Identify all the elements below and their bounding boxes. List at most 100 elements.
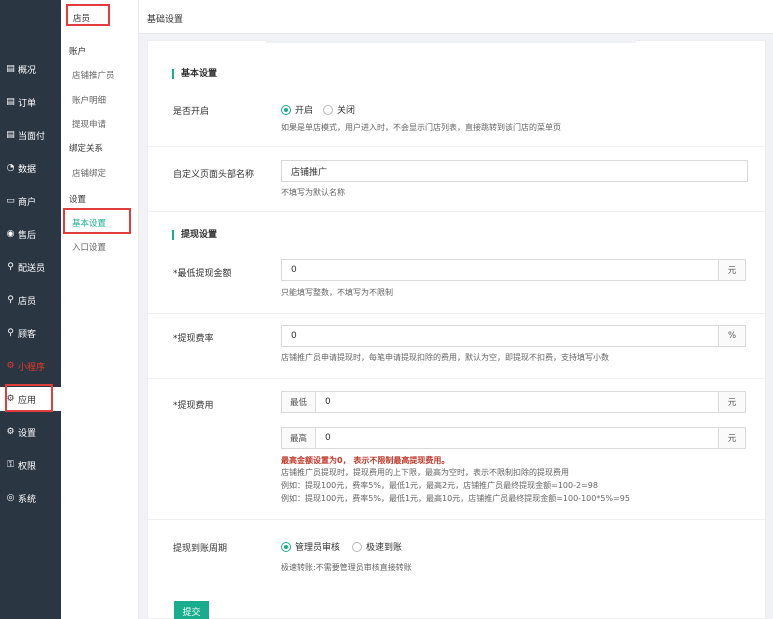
section-withdraw-title: 提现设置 xyxy=(172,230,217,240)
unit-suffix: 元 xyxy=(718,392,745,412)
divider xyxy=(148,313,765,314)
submenu-entry-settings[interactable]: 入口设置 xyxy=(72,241,106,253)
sub-sidebar: 店员 账户 店铺推广员 账户明细 提现申请 绑定关系 店铺绑定 设置 基本设置 … xyxy=(61,0,139,619)
lock-icon: ⚿ xyxy=(7,460,14,470)
unit-suffix: 元 xyxy=(718,428,745,448)
nav-label: 权限 xyxy=(18,461,37,472)
main-sidebar: ▤ 概况 ▤ 订单 ▤ 当面付 ◔ 数据 ▭ 商户 ◉ 售后 ⚲ 配送员 ⚲ 店员 ⚲ 顾客 ⚙ 小… xyxy=(0,0,61,619)
nav-delivery[interactable]: ⚲ 配送员 xyxy=(5,258,45,276)
radio-label: 开启 xyxy=(295,106,314,116)
nav-label: 售后 xyxy=(18,230,37,241)
enable-off-radio[interactable]: 关闭 xyxy=(323,103,355,116)
input-value: 0 xyxy=(291,265,297,275)
fee-hint-1: 店铺推广员提现时，提现费用的上下限，最高为空时，表示不限制扣除的提现费用 xyxy=(281,468,569,477)
nav-clerk[interactable]: ⚲ 店员 xyxy=(5,291,36,309)
radio-checked-icon xyxy=(281,104,291,115)
nav-label: 店员 xyxy=(18,296,37,307)
page-title: 基础设置 xyxy=(147,15,184,25)
nav-data[interactable]: ◔ 数据 xyxy=(5,159,36,177)
fee-rate-label: *提现费率 xyxy=(173,334,214,344)
period-fast-radio[interactable]: 极速到账 xyxy=(352,540,402,553)
custom-title-input[interactable]: 店铺推广 xyxy=(281,160,748,182)
enable-on-radio[interactable]: 开启 xyxy=(281,103,313,116)
fee-label: *提现费用 xyxy=(173,401,214,411)
submenu-group-binding: 绑定关系 xyxy=(69,144,104,154)
mini-program-icon: ⚙ xyxy=(6,361,15,371)
clerk-icon: ⚲ xyxy=(7,295,14,305)
nav-orders[interactable]: ▤ 订单 xyxy=(5,93,36,111)
submenu-title[interactable]: 店员 xyxy=(73,12,90,24)
submenu-promoter[interactable]: 店铺推广员 xyxy=(72,69,115,81)
divider xyxy=(148,519,765,520)
merchant-icon: ▭ xyxy=(6,196,15,206)
divider xyxy=(148,211,765,212)
apps-icon: ⚙ xyxy=(6,394,15,404)
submenu-withdraw-apply[interactable]: 提现申请 xyxy=(72,118,106,130)
enable-label: 是否开启 xyxy=(173,107,210,117)
enable-hint: 如果是单店模式，用户进入时，不会显示门店列表，直接跳转到该门店的菜单页 xyxy=(281,123,561,132)
fee-max-input[interactable]: 最高 0 元 xyxy=(281,427,746,449)
fee-rate-hint: 店铺推广员申请提现时，每笔申请提现扣除的费用，默认为空，即提现不扣费，支持填写小… xyxy=(281,353,609,362)
radio-label: 极速到账 xyxy=(366,543,403,553)
nav-label: 应用 xyxy=(18,395,37,406)
divider xyxy=(148,146,765,147)
nav-label: 顾客 xyxy=(18,329,37,340)
fee-warning: 最高金额设置为0， 表示不限制最高提现费用。 xyxy=(281,456,450,465)
overview-icon: ▤ xyxy=(6,64,15,74)
unit-suffix: 元 xyxy=(718,260,745,280)
top-header: 基础设置 xyxy=(139,0,773,34)
fee-rate-input[interactable]: 0% xyxy=(281,325,746,347)
nav-apps[interactable]: ⚙ 应用 xyxy=(5,390,36,408)
system-icon: ◎ xyxy=(6,493,15,503)
nav-label: 设置 xyxy=(18,428,37,439)
nav-merchant[interactable]: ▭ 商户 xyxy=(5,192,36,210)
submenu-shop-binding[interactable]: 店铺绑定 xyxy=(72,167,106,179)
gear-icon: ⚙ xyxy=(6,427,15,437)
radio-unchecked-icon xyxy=(323,104,333,115)
nav-system[interactable]: ◎ 系统 xyxy=(5,489,36,507)
nav-face-pay[interactable]: ▤ 当面付 xyxy=(5,126,45,144)
nav-label: 商户 xyxy=(18,197,37,208)
nav-after-sales[interactable]: ◉ 售后 xyxy=(5,225,36,243)
submenu-group-settings: 设置 xyxy=(69,195,87,205)
customer-icon: ⚲ xyxy=(7,328,14,338)
section-basic-title: 基本设置 xyxy=(172,69,217,79)
radio-label: 管理员审核 xyxy=(295,543,341,553)
face-pay-icon: ▤ xyxy=(6,130,15,140)
period-admin-radio[interactable]: 管理员审核 xyxy=(281,540,340,553)
min-amount-hint: 只能填写整数，不填写为不限制 xyxy=(281,288,393,297)
fee-min-input[interactable]: 最低 0 元 xyxy=(281,391,746,413)
nav-permissions[interactable]: ⚿ 权限 xyxy=(5,456,36,474)
nav-overview[interactable]: ▤ 概况 xyxy=(5,60,36,78)
input-value: 店铺推广 xyxy=(291,167,328,178)
period-hint: 极速转账:不需要管理员审核直接转账 xyxy=(281,563,412,572)
divider xyxy=(148,378,765,379)
settings-panel: 基本设置 是否开启 开启 关闭 如果是单店模式，用户进入时，不会显示门店列表，直… xyxy=(147,40,766,619)
nav-mini-program[interactable]: ⚙ 小程序 xyxy=(5,357,45,375)
nav-label: 数据 xyxy=(18,164,37,175)
data-icon: ◔ xyxy=(6,163,15,173)
nav-customer[interactable]: ⚲ 顾客 xyxy=(5,324,36,342)
max-prefix: 最高 xyxy=(282,428,316,448)
min-prefix: 最低 xyxy=(282,392,316,412)
radio-unchecked-icon xyxy=(352,541,362,552)
custom-title-hint: 不填写为默认名称 xyxy=(281,188,345,197)
nav-label: 系统 xyxy=(18,494,37,505)
fee-hint-2: 例如：提现100元，费率5%，最低1元，最高2元，店铺推广员最终提现金额=100… xyxy=(281,481,598,490)
fee-hint-3: 例如：提现100元，费率5%，最低1元，最高10元，店铺推广员最终提现金额=10… xyxy=(281,494,630,503)
submenu-group-account: 账户 xyxy=(69,47,87,57)
submit-button[interactable]: 提交 xyxy=(174,601,209,619)
submenu-account-detail[interactable]: 账户明细 xyxy=(72,94,106,106)
nav-settings[interactable]: ⚙ 设置 xyxy=(5,423,36,441)
nav-label: 小程序 xyxy=(18,362,46,373)
radio-label: 关闭 xyxy=(337,106,356,116)
panel-top-strip xyxy=(266,40,636,43)
nav-label: 订单 xyxy=(18,98,37,109)
min-amount-label: *最低提现金额 xyxy=(173,269,232,279)
input-value: 0 xyxy=(325,397,331,407)
order-icon: ▤ xyxy=(6,97,15,107)
input-value: 0 xyxy=(325,433,331,443)
nav-label: 配送员 xyxy=(18,263,46,274)
submenu-basic-settings[interactable]: 基本设置 xyxy=(72,217,106,229)
min-amount-input[interactable]: 0元 xyxy=(281,259,746,281)
